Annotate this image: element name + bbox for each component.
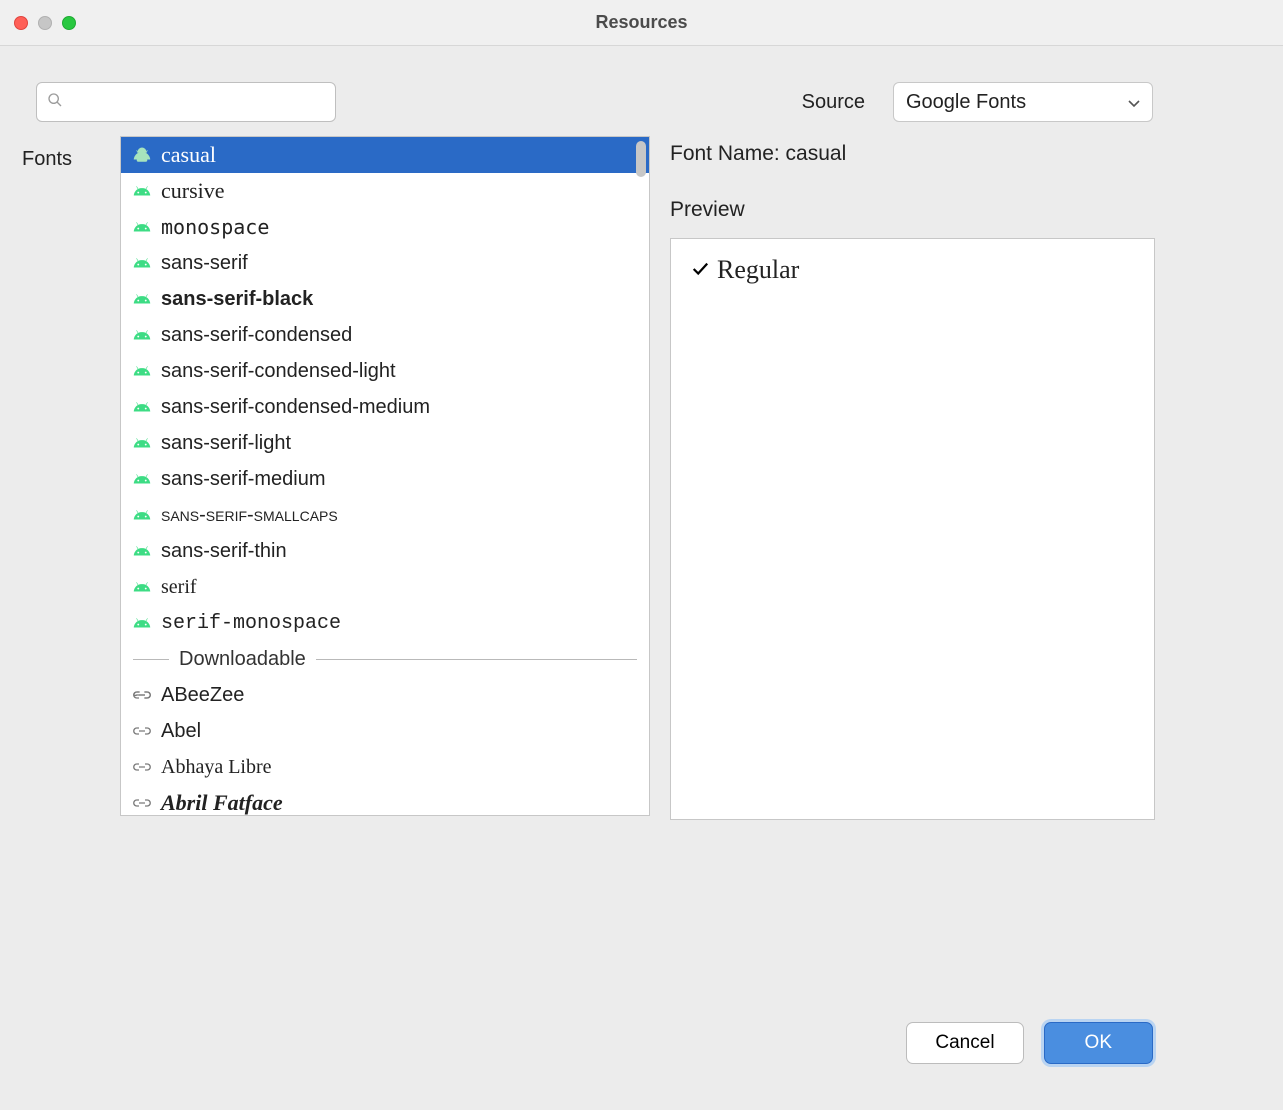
dialog-buttons: Cancel OK (906, 1022, 1153, 1064)
font-item-label: sans-serif-smallcaps (161, 504, 338, 527)
font-list-item-casual[interactable]: casual (121, 137, 649, 173)
font-item-label: sans-serif-thin (161, 540, 287, 563)
font-list-item[interactable]: sans-serif-black (121, 281, 649, 317)
downloadable-divider: Downloadable (121, 641, 649, 677)
font-list-item[interactable]: sans-serif-light (121, 425, 649, 461)
chevron-down-icon (1128, 91, 1140, 114)
checkmark-icon (691, 255, 709, 285)
window-controls (14, 16, 76, 30)
minimize-window-button[interactable] (38, 16, 52, 30)
font-list-item[interactable]: sans-serif-smallcaps (121, 497, 649, 533)
source-dropdown-value: Google Fonts (906, 91, 1026, 114)
link-icon (133, 725, 151, 737)
font-list-item[interactable]: Abel (121, 713, 649, 749)
android-icon (133, 398, 151, 416)
cancel-button[interactable]: Cancel (906, 1022, 1023, 1064)
search-input[interactable] (69, 92, 325, 112)
android-icon (133, 326, 151, 344)
font-item-label: cursive (161, 178, 225, 204)
font-item-label: sans-serif-black (161, 288, 313, 311)
android-icon (133, 434, 151, 452)
source-dropdown[interactable]: Google Fonts (893, 82, 1153, 122)
font-item-label: sans-serif-medium (161, 468, 325, 491)
font-list-item[interactable]: sans-serif-condensed-medium (121, 389, 649, 425)
android-icon (133, 542, 151, 560)
font-list-item[interactable]: serif (121, 569, 649, 605)
window-title: Resources (595, 12, 687, 33)
font-list-item[interactable]: sans-serif-thin (121, 533, 649, 569)
link-icon (133, 761, 151, 773)
font-list-item[interactable]: cursive (121, 173, 649, 209)
font-item-label: sans-serif-condensed-medium (161, 396, 430, 419)
font-list-item[interactable]: ABeeZee (121, 677, 649, 713)
zoom-window-button[interactable] (62, 16, 76, 30)
ok-button[interactable]: OK (1044, 1022, 1153, 1064)
font-item-label: casual (161, 142, 216, 168)
font-name-value: casual (786, 142, 847, 165)
font-item-label: Abril Fatface (161, 790, 283, 815)
font-list-item[interactable]: Abril Fatface (121, 785, 649, 815)
android-icon (133, 290, 151, 308)
font-item-label: sans-serif-light (161, 432, 291, 455)
font-item-label: sans-serif-condensed-light (161, 360, 396, 383)
search-field[interactable] (36, 82, 336, 122)
preview-style-label: Regular (717, 255, 799, 285)
font-item-label: Abhaya Libre (161, 756, 272, 779)
android-icon (133, 470, 151, 488)
font-item-label: sans-serif-condensed (161, 324, 352, 347)
font-name-row: Font Name: casual (670, 142, 1155, 166)
window-titlebar: Resources (0, 0, 1283, 46)
android-icon (133, 506, 151, 524)
android-icon (133, 254, 151, 272)
toolbar: Source Google Fonts (0, 46, 1283, 136)
fonts-section-label: Fonts (22, 136, 100, 820)
font-list-item[interactable]: monospace (121, 209, 649, 245)
android-icon (133, 182, 151, 200)
search-icon (47, 92, 63, 113)
font-name-label: Font Name: (670, 142, 786, 165)
font-item-label: ABeeZee (161, 684, 244, 707)
link-icon (133, 689, 151, 701)
android-icon (133, 578, 151, 596)
android-icon (133, 362, 151, 380)
font-item-label: serif-monospace (161, 612, 341, 635)
font-list-item[interactable]: Abhaya Libre (121, 749, 649, 785)
font-list-item[interactable]: sans-serif-medium (121, 461, 649, 497)
font-item-label: monospace (161, 215, 269, 239)
preview-box: Regular (670, 238, 1155, 820)
font-list[interactable]: casual cursive monospace sans-serif sans… (120, 136, 650, 816)
font-item-label: Abel (161, 720, 201, 743)
source-label: Source (802, 91, 865, 114)
close-window-button[interactable] (14, 16, 28, 30)
font-item-label: serif (161, 576, 197, 599)
preview-style-item[interactable]: Regular (691, 255, 1134, 285)
font-item-label: sans-serif (161, 252, 248, 275)
font-list-item[interactable]: sans-serif-condensed-light (121, 353, 649, 389)
scrollbar-thumb[interactable] (636, 141, 646, 177)
font-list-item[interactable]: sans-serif-condensed (121, 317, 649, 353)
android-icon (133, 614, 151, 632)
font-list-item[interactable]: serif-monospace (121, 605, 649, 641)
android-icon (133, 146, 151, 164)
font-list-item[interactable]: sans-serif (121, 245, 649, 281)
preview-label: Preview (670, 198, 1155, 222)
android-icon (133, 218, 151, 236)
link-icon (133, 797, 151, 809)
detail-panel: Font Name: casual Preview Regular (670, 136, 1155, 820)
